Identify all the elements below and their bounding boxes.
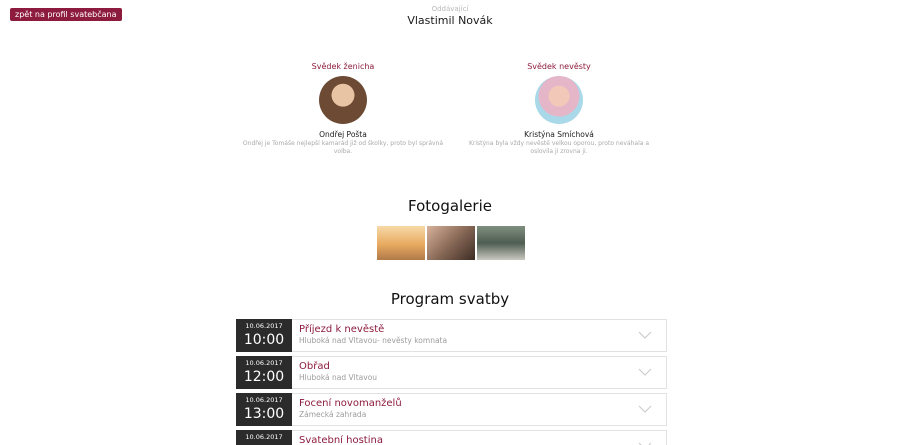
officiant-name: Vlastimil Novák [407,14,493,27]
event-place: Hluboká nad Vltavou [299,373,378,382]
event-title: Svatební hostina [299,435,383,445]
groom-witness-card: Svědek ženicha Ondřej Pošta Ondřej je To… [238,62,448,156]
event-body: Příjezd k nevěstě Hluboká nad Vltavou- n… [292,319,667,352]
gallery-photo[interactable] [477,226,525,260]
avatar [535,76,583,124]
witness-role: Svědek ženicha [311,62,375,71]
bride-witness-card: Svědek nevěsty Kristýna Smíchová Kristýn… [454,62,664,156]
event-time-block: 10.06.2017 10:00 [236,319,292,352]
event-date: 10.06.2017 [245,359,283,367]
witness-name: Ondřej Pošta [319,130,367,139]
event-title: Focení novomanželů [299,398,402,409]
officiant-label: Oddávající [431,5,469,13]
event-hour: 10:00 [243,332,285,348]
witness-name: Kristýna Smíchová [524,130,594,139]
program-event[interactable]: 10.06.2017 13:00 Focení novomanželů Záme… [236,393,667,426]
witness-bio: Ondřej je Tomáše nejlepší kamarád již od… [242,140,444,155]
chevron-down-icon[interactable] [638,439,652,445]
witness-role: Svědek nevěsty [527,62,591,71]
event-date: 10.06.2017 [245,396,283,404]
event-hour: 12:00 [243,369,285,385]
avatar [319,76,367,124]
program-event[interactable]: 10.06.2017 10:00 Příjezd k nevěstě Hlubo… [236,319,667,352]
gallery-title: Fotogalerie [407,197,492,215]
program-event[interactable]: 10.06.2017 12:00 Obřad Hluboká nad Vltav… [236,356,667,389]
photo-gallery [377,226,525,260]
gallery-photo[interactable] [427,226,475,260]
event-body: Svatební hostina [292,430,667,445]
event-date: 10.06.2017 [245,322,283,330]
event-body: Obřad Hluboká nad Vltavou [292,356,667,389]
officiant-section: Oddávající Vlastimil Novák [0,5,900,28]
event-place: Hluboká nad Vltavou- nevěsty komnata [299,336,448,345]
event-body: Focení novomanželů Zámecká zahrada [292,393,667,426]
chevron-down-icon[interactable] [638,365,652,379]
program-list: 10.06.2017 10:00 Příjezd k nevěstě Hlubo… [236,319,667,445]
event-title: Příjezd k nevěstě [299,324,385,335]
program-title: Program svatby [390,290,510,308]
gallery-photo[interactable] [377,226,425,260]
event-time-block: 10.06.2017 13:00 [236,393,292,426]
event-place: Zámecká zahrada [299,410,367,419]
chevron-down-icon[interactable] [638,328,652,342]
event-date: 10.06.2017 [245,433,283,441]
event-time-block: 10.06.2017 [236,430,292,445]
program-event[interactable]: 10.06.2017 Svatební hostina [236,430,667,445]
event-hour: 13:00 [243,406,285,422]
chevron-down-icon[interactable] [638,402,652,416]
event-time-block: 10.06.2017 12:00 [236,356,292,389]
witness-bio: Kristýna byla vždy nevěstě velkou oporou… [468,140,650,155]
event-title: Obřad [299,361,330,372]
